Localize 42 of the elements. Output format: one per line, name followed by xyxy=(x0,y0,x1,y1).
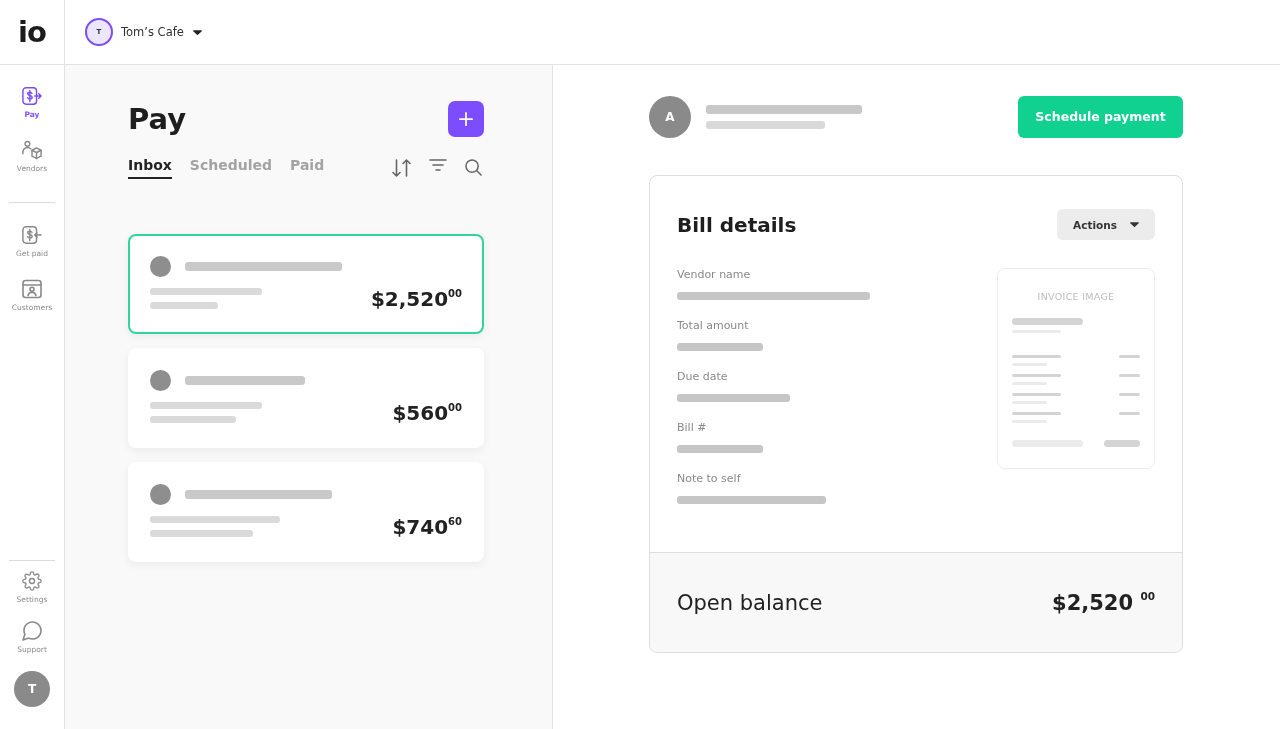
bill-card[interactable]: $740$^{60}$ xyxy=(128,462,484,562)
avatar-icon xyxy=(150,484,171,505)
plus-icon xyxy=(459,112,473,126)
bill-amount: $2,520$^{00}$ xyxy=(370,287,462,311)
settings-icon xyxy=(22,571,42,591)
invoice-label: INVOICE IMAGE xyxy=(1037,290,1115,304)
bill-card[interactable]: $560$^{00}$ xyxy=(128,348,484,448)
section-title: Bill details xyxy=(677,212,797,237)
balance-amount: $2,520 $^{00}$ xyxy=(1052,590,1155,615)
company-dropdown[interactable]: Tom’s Cafe xyxy=(121,21,202,43)
app-logo: io xyxy=(18,16,46,48)
tab[interactable]: Scheduled xyxy=(189,157,272,179)
actions-button[interactable]: Actions xyxy=(1057,209,1155,240)
caret-icon xyxy=(192,29,202,35)
page-title: Pay xyxy=(128,101,187,137)
field-label: Due date xyxy=(677,370,728,384)
field-label: Vendor name xyxy=(677,268,751,282)
add-button[interactable] xyxy=(448,101,484,137)
avatar-icon xyxy=(150,370,171,391)
bill-card[interactable]: $2,520$^{00}$ xyxy=(128,234,484,334)
person-box-icon xyxy=(22,140,42,160)
sort-icon[interactable] xyxy=(392,159,411,177)
bill-amount: $740$^{60}$ xyxy=(392,515,462,539)
storefront-person-icon xyxy=(22,279,42,299)
tab[interactable]: Inbox xyxy=(128,157,172,179)
placeholder-line xyxy=(150,302,218,309)
tab[interactable]: Paid xyxy=(290,157,325,179)
chat-bubble-icon xyxy=(22,621,42,641)
bill-amount: $560$^{00}$ xyxy=(392,401,462,425)
balance-label: Open balance xyxy=(677,590,823,615)
schedule-payment-button[interactable]: Schedule payment xyxy=(1018,96,1183,138)
field-label: Bill # xyxy=(677,421,707,435)
avatar-icon xyxy=(150,256,171,277)
vendor-avatar: A xyxy=(649,96,691,138)
user-avatar[interactable]: T xyxy=(14,671,50,707)
dollar-arrow-icon xyxy=(22,86,42,106)
caret-icon xyxy=(1129,222,1139,227)
filter-icon[interactable] xyxy=(429,159,447,171)
dollar-arrow-icon xyxy=(22,225,42,245)
search-icon[interactable] xyxy=(465,159,482,176)
field-label: Note to self xyxy=(677,472,741,486)
field-label: Total amount xyxy=(677,319,749,333)
